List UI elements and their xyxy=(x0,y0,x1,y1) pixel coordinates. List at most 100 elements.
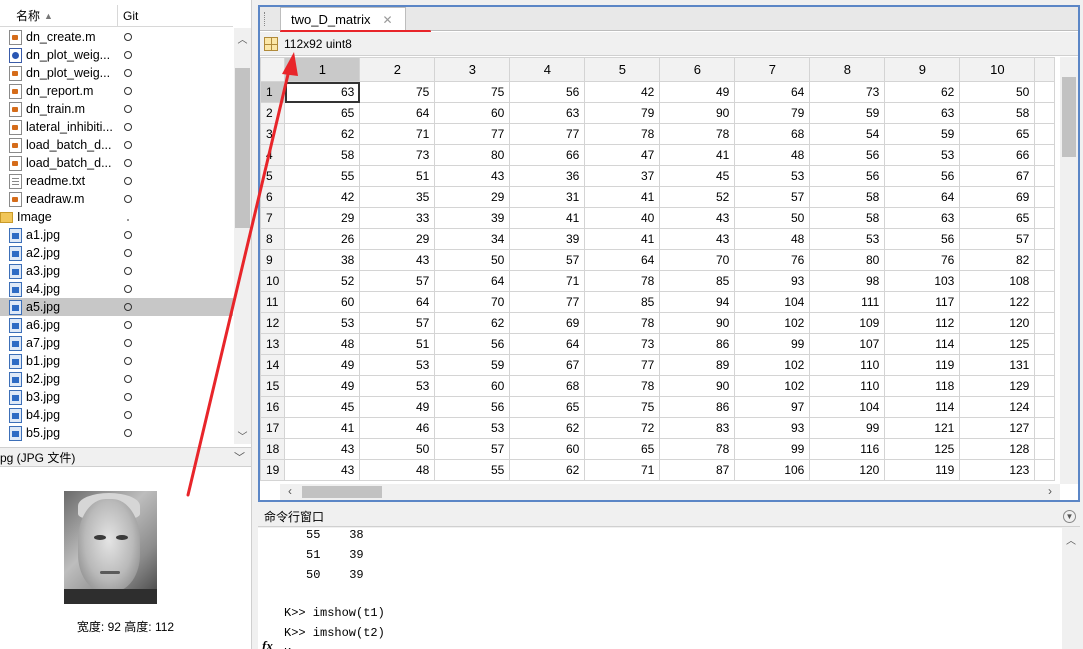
matrix-cell[interactable]: 37 xyxy=(584,165,661,187)
matrix-cell[interactable]: 60 xyxy=(434,102,511,124)
matrix-cell[interactable]: 65 xyxy=(959,123,1036,145)
matrix-cell[interactable]: 56 xyxy=(809,165,886,187)
matrix-cell[interactable]: 29 xyxy=(359,228,436,250)
matrix-cell[interactable] xyxy=(1034,228,1056,250)
matrix-cell[interactable]: 64 xyxy=(359,291,436,313)
matrix-cell[interactable]: 59 xyxy=(809,102,886,124)
close-icon[interactable]: ✕ xyxy=(382,13,392,27)
matrix-cell[interactable]: 53 xyxy=(809,228,886,250)
matrix-cell[interactable]: 69 xyxy=(959,186,1036,208)
matrix-cell[interactable]: 62 xyxy=(434,312,511,334)
matrix-cell[interactable]: 90 xyxy=(659,102,736,124)
row-header[interactable]: 17 xyxy=(260,417,286,439)
matrix-cell[interactable]: 83 xyxy=(659,417,736,439)
matrix-cell[interactable]: 129 xyxy=(959,375,1036,397)
matrix-cell[interactable]: 65 xyxy=(584,438,661,460)
matrix-cell[interactable]: 67 xyxy=(509,354,586,376)
matrix-cell[interactable]: 53 xyxy=(359,375,436,397)
matrix-cell[interactable]: 106 xyxy=(734,459,811,481)
matrix-cell[interactable]: 59 xyxy=(434,354,511,376)
file-list-scrollbar[interactable]: ︿ ﹀ xyxy=(234,28,251,444)
file-item[interactable]: a1.jpg xyxy=(0,226,233,244)
scrollbar-thumb[interactable] xyxy=(302,486,382,498)
matrix-cell[interactable]: 64 xyxy=(359,102,436,124)
file-item[interactable]: readraw.m xyxy=(0,190,233,208)
matrix-cell[interactable]: 73 xyxy=(359,144,436,166)
matrix-cell[interactable]: 65 xyxy=(959,207,1036,229)
row-header[interactable]: 11 xyxy=(260,291,286,313)
matrix-cell[interactable]: 65 xyxy=(284,102,361,124)
matrix-cell[interactable]: 63 xyxy=(884,102,961,124)
matrix-cell[interactable]: 43 xyxy=(359,249,436,271)
matrix-cell[interactable] xyxy=(1034,438,1056,460)
matrix-cell[interactable]: 90 xyxy=(659,312,736,334)
scroll-down-icon[interactable]: ﹀ xyxy=(234,428,251,443)
matrix-cell[interactable]: 116 xyxy=(809,438,886,460)
column-header[interactable]: 7 xyxy=(734,57,811,82)
matrix-cell[interactable]: 53 xyxy=(359,354,436,376)
matrix-cell[interactable]: 53 xyxy=(734,165,811,187)
matrix-cell[interactable]: 86 xyxy=(659,396,736,418)
matrix-cell[interactable]: 49 xyxy=(359,396,436,418)
matrix-cell[interactable]: 114 xyxy=(884,396,961,418)
matrix-cell[interactable]: 57 xyxy=(359,270,436,292)
scrollbar-thumb[interactable] xyxy=(235,68,250,228)
matrix-cell[interactable]: 49 xyxy=(659,81,736,103)
matrix-cell[interactable]: 79 xyxy=(734,102,811,124)
grid-horizontal-scrollbar[interactable]: ‹ › xyxy=(280,484,1060,500)
matrix-cell[interactable]: 118 xyxy=(884,375,961,397)
matrix-cell[interactable]: 78 xyxy=(659,438,736,460)
details-bar[interactable]: pg (JPG 文件) ﹀ xyxy=(0,447,251,467)
row-header[interactable]: 14 xyxy=(260,354,286,376)
scroll-up-icon[interactable]: ︿ xyxy=(1062,532,1080,547)
matrix-cell[interactable]: 102 xyxy=(734,354,811,376)
scroll-left-icon[interactable]: ‹ xyxy=(288,484,292,498)
column-header[interactable]: 2 xyxy=(359,57,436,82)
matrix-cell[interactable]: 86 xyxy=(659,333,736,355)
matrix-cell[interactable] xyxy=(1034,186,1056,208)
matrix-cell[interactable]: 77 xyxy=(434,123,511,145)
file-item[interactable]: readme.txt xyxy=(0,172,233,190)
matrix-cell[interactable]: 29 xyxy=(434,186,511,208)
column-header[interactable]: 6 xyxy=(659,57,736,82)
matrix-cell[interactable]: 125 xyxy=(884,438,961,460)
matrix-cell[interactable]: 29 xyxy=(284,207,361,229)
matrix-cell[interactable]: 82 xyxy=(959,249,1036,271)
matrix-cell[interactable]: 68 xyxy=(734,123,811,145)
row-header[interactable]: 16 xyxy=(260,396,286,418)
matrix-cell[interactable]: 36 xyxy=(509,165,586,187)
matrix-cell[interactable]: 78 xyxy=(584,375,661,397)
matrix-cell[interactable]: 39 xyxy=(509,228,586,250)
matrix-cell[interactable]: 47 xyxy=(584,144,661,166)
matrix-cell[interactable]: 33 xyxy=(359,207,436,229)
matrix-cell[interactable]: 64 xyxy=(584,249,661,271)
matrix-cell[interactable]: 75 xyxy=(584,396,661,418)
matrix-cell[interactable]: 38 xyxy=(284,249,361,271)
matrix-cell[interactable]: 57 xyxy=(959,228,1036,250)
matrix-cell[interactable]: 117 xyxy=(884,291,961,313)
matrix-cell[interactable]: 58 xyxy=(284,144,361,166)
matrix-cell[interactable]: 60 xyxy=(434,375,511,397)
matrix-cell[interactable]: 119 xyxy=(884,354,961,376)
matrix-cell[interactable]: 42 xyxy=(584,81,661,103)
matrix-cell[interactable] xyxy=(1034,291,1056,313)
matrix-cell[interactable]: 52 xyxy=(659,186,736,208)
file-item[interactable]: lateral_inhibiti... xyxy=(0,118,233,136)
file-item[interactable]: a3.jpg xyxy=(0,262,233,280)
matrix-cell[interactable]: 49 xyxy=(284,354,361,376)
matrix-cell[interactable]: 102 xyxy=(734,312,811,334)
matrix-cell[interactable] xyxy=(1034,417,1056,439)
matrix-cell[interactable] xyxy=(1034,396,1056,418)
column-header[interactable]: 1 xyxy=(284,57,361,82)
matrix-cell[interactable]: 119 xyxy=(884,459,961,481)
scroll-right-icon[interactable]: › xyxy=(1048,484,1052,498)
matrix-cell[interactable]: 57 xyxy=(509,249,586,271)
matrix-cell[interactable] xyxy=(1034,123,1056,145)
matrix-cell[interactable]: 103 xyxy=(884,270,961,292)
matrix-cell[interactable]: 112 xyxy=(884,312,961,334)
matrix-cell[interactable]: 108 xyxy=(959,270,1036,292)
matrix-cell[interactable]: 104 xyxy=(809,396,886,418)
matrix-cell[interactable]: 64 xyxy=(884,186,961,208)
matrix-cell[interactable]: 71 xyxy=(509,270,586,292)
matrix-cell[interactable]: 99 xyxy=(734,333,811,355)
